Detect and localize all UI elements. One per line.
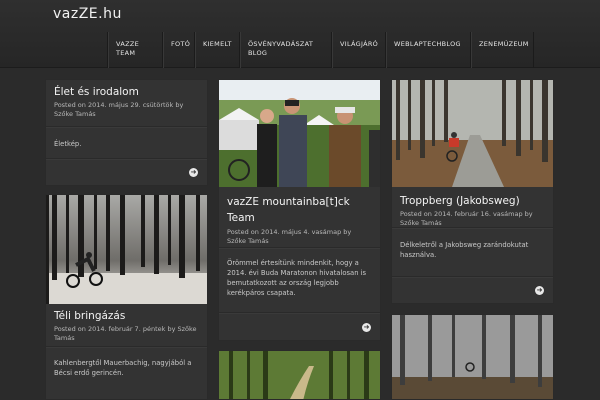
post-excerpt: Kahlenbergtől Mauerbachig, nagyjából a B… <box>54 359 192 377</box>
post-card-teli-bringazas: Téli bringázás Posted on 2014. február 7… <box>45 194 208 400</box>
nav-item-vilagjaro[interactable]: VILÁGJÁRÓ <box>331 32 385 68</box>
nav-item-osvenyvadaszat-blog[interactable]: ÖSVÉNYVADÁSZAT BLOG <box>239 32 331 68</box>
post-image-team-photo[interactable] <box>219 80 380 187</box>
nav-item-kiemelt[interactable]: KIEMELT <box>194 32 239 68</box>
nav-item-weblaptechblog[interactable]: WEBLAPTECHBLOG <box>385 32 470 68</box>
post-image-foggy-forest[interactable] <box>392 315 553 399</box>
post-title[interactable]: Troppberg (Jakobsweg) <box>400 194 545 208</box>
post-card-foggy-forest <box>391 314 554 400</box>
post-meta: Posted on 2014. május 4. vasámap by Szők… <box>227 228 352 245</box>
post-image-winter-forest[interactable] <box>46 195 207 304</box>
post-card-elet-es-irodalom: Élet és irodalom Posted on 2014. május 2… <box>45 79 208 186</box>
nav-item-vazze-team[interactable]: VAZZE TEAM <box>107 32 162 68</box>
post-excerpt: Életkép. <box>54 140 82 148</box>
post-card-vazze-team: vazZE mountainba[t]ck Team Posted on 201… <box>218 79 381 341</box>
post-excerpt: Délkeletről a Jakobsweg zarándokutat has… <box>400 241 529 259</box>
site-title[interactable]: vazZE.hu <box>53 6 122 22</box>
post-meta: Posted on 2014. február 7. péntek by Sző… <box>54 325 197 342</box>
post-title[interactable]: Téli bringázás <box>54 309 199 323</box>
post-meta: Posted on 2014. május 29. csütörtök by S… <box>54 101 184 118</box>
post-title[interactable]: Élet és irodalom <box>54 85 199 99</box>
post-meta: Posted on 2014. február 16. vasámap by S… <box>400 210 533 227</box>
post-image-forest-path-cyclist[interactable] <box>392 80 553 187</box>
post-card-troppberg: Troppberg (Jakobsweg) Posted on 2014. fe… <box>391 79 554 304</box>
post-card-forest-trail <box>218 350 381 400</box>
post-image-forest-trail[interactable] <box>219 351 380 399</box>
main-nav: VAZZE TEAM FOTÓ KIEMELT ÖSVÉNYVADÁSZAT B… <box>107 32 534 68</box>
nav-item-zenemuzeum[interactable]: ZENEMÚZEUM <box>470 32 534 68</box>
nav-item-foto[interactable]: FOTÓ <box>162 32 194 68</box>
arrow-right-circle-icon[interactable]: ➜ <box>189 168 198 177</box>
post-title[interactable]: vazZE mountainba[t]ck Team <box>227 194 372 226</box>
arrow-right-circle-icon[interactable]: ➜ <box>362 323 371 332</box>
post-excerpt: Örömmel értesítünk mindenkit, hogy a 201… <box>227 259 367 297</box>
arrow-right-circle-icon[interactable]: ➜ <box>535 286 544 295</box>
site-header: vazZE.hu VAZZE TEAM FOTÓ KIEMELT ÖSVÉNYV… <box>0 0 600 68</box>
